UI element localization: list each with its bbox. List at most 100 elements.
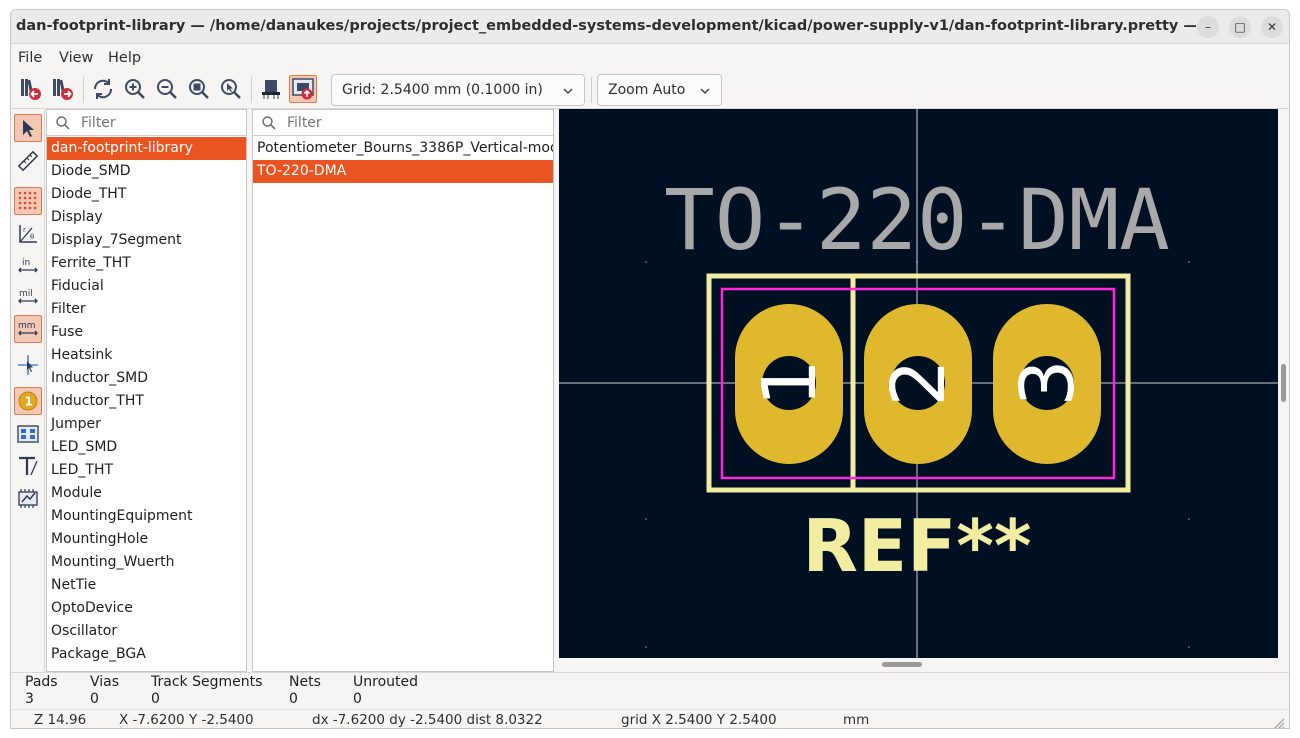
library-list-item[interactable]: dan-footprint-library	[47, 137, 246, 160]
menu-bar: File View Help	[11, 45, 1289, 71]
library-list-item[interactable]: Mounting_Wuerth	[47, 551, 246, 574]
pad-number: 1	[747, 359, 833, 406]
library-list-item[interactable]: Module	[47, 482, 246, 505]
svg-text:θ: θ	[30, 233, 34, 241]
pad-3[interactable]: 3	[993, 304, 1101, 464]
millimeters-units-icon: mm	[18, 321, 38, 336]
footprint-list-panel: Potentiometer_Bourns_3386P_Vertical-modT…	[252, 109, 554, 672]
grid-select[interactable]: Grid: 2.5400 mm (0.1000 in)	[331, 74, 585, 106]
polar-coordinates-button[interactable]: rθ	[14, 220, 42, 248]
footprint-list-item[interactable]: TO-220-DMA	[253, 160, 553, 183]
inches-units-icon: in	[18, 258, 38, 273]
close-button[interactable]: ✕	[1261, 16, 1283, 38]
vertical-scroll-thumb[interactable]	[1281, 364, 1286, 402]
chevron-down-icon	[563, 88, 573, 95]
previous-library-button[interactable]	[17, 75, 45, 103]
library-filter-input[interactable]	[81, 113, 231, 133]
zoom-in-button[interactable]	[121, 75, 149, 103]
select-tool-button[interactable]	[14, 114, 42, 142]
stat-value: 0	[353, 691, 362, 707]
zoom-out-button[interactable]	[153, 75, 181, 103]
library-list-item[interactable]: LED_SMD	[47, 436, 246, 459]
menu-help[interactable]: Help	[108, 50, 141, 66]
show-grid-button[interactable]	[14, 187, 42, 215]
library-next-icon	[53, 79, 73, 100]
footprint-library-browser-window: dan-footprint-library — /home/danaukes/p…	[10, 9, 1290, 729]
graphic-outline-mode-button[interactable]	[14, 452, 42, 480]
zoom-fit-button[interactable]	[185, 75, 213, 103]
zoom-in-icon	[125, 79, 145, 99]
zoom-selection-button[interactable]	[217, 75, 245, 103]
status-units: mm	[843, 712, 870, 728]
pad-1[interactable]: 1	[735, 304, 843, 464]
library-list-item[interactable]: Jumper	[47, 413, 246, 436]
footprint-list-item[interactable]: Potentiometer_Bourns_3386P_Vertical-mod	[253, 137, 553, 160]
graphic-sketch-mode-icon	[19, 456, 38, 476]
next-library-button[interactable]	[49, 75, 77, 103]
resize-grip-icon[interactable]	[1269, 714, 1285, 729]
library-list-item[interactable]: Fuse	[47, 321, 246, 344]
pad-sketch-mode-icon	[17, 425, 39, 443]
footprint-filter	[253, 110, 553, 136]
library-list-item[interactable]: Diode_SMD	[47, 160, 246, 183]
library-list-item[interactable]: Fiducial	[47, 275, 246, 298]
canvas-vertical-scrollbar[interactable]	[1278, 109, 1289, 658]
menu-view[interactable]: View	[59, 50, 93, 66]
search-icon	[262, 116, 276, 130]
units-inches-button[interactable]: in	[14, 252, 42, 280]
library-list-item[interactable]: Display	[47, 206, 246, 229]
footprint-value-text[interactable]: TO-220-DMA	[664, 171, 1170, 269]
add-footprint-to-board-icon	[292, 78, 314, 100]
polar-coordinates-icon: rθ	[19, 225, 37, 243]
minimize-button[interactable]: –	[1197, 16, 1219, 38]
units-millimeters-button[interactable]: mm	[14, 315, 42, 343]
footprint-filter-input[interactable]	[287, 113, 437, 133]
library-list-item[interactable]: Display_7Segment	[47, 229, 246, 252]
library-list-item[interactable]: Filter	[47, 298, 246, 321]
measure-tool-button[interactable]	[14, 147, 42, 175]
stat-value: 3	[25, 691, 34, 707]
chevron-down-icon	[700, 88, 710, 95]
footprint-reference-text[interactable]: REF**	[802, 504, 1031, 588]
show-pad-numbers-button[interactable]: 1	[14, 387, 42, 415]
footprint-canvas[interactable]: TO-220-DMA 1 2 3 REF**	[559, 109, 1278, 658]
zoom-fit-icon	[189, 79, 209, 99]
stat-value: 0	[90, 691, 99, 707]
library-list-item[interactable]: MountingEquipment	[47, 505, 246, 528]
library-list-item[interactable]: Diode_THT	[47, 183, 246, 206]
title-bar: dan-footprint-library — /home/danaukes/p…	[11, 10, 1289, 44]
stat-nets: Nets 0	[289, 674, 321, 708]
horizontal-scroll-thumb[interactable]	[882, 662, 922, 667]
refresh-button[interactable]	[89, 75, 117, 103]
pad-outline-mode-button[interactable]	[14, 420, 42, 448]
library-list-item[interactable]: Inductor_SMD	[47, 367, 246, 390]
pad-number: 3	[1005, 359, 1091, 406]
insert-footprint-button[interactable]	[289, 75, 317, 103]
menu-file[interactable]: File	[18, 50, 42, 66]
library-list-item[interactable]: MountingHole	[47, 528, 246, 551]
maximize-button[interactable]: □	[1229, 16, 1251, 38]
library-list-item[interactable]: Heatsink	[47, 344, 246, 367]
view-3d-button[interactable]	[257, 75, 285, 103]
zoom-select-value: Zoom Auto	[608, 82, 686, 98]
refresh-icon	[93, 79, 113, 99]
maximize-icon: □	[1234, 20, 1246, 34]
library-list-item[interactable]: OptoDevice	[47, 597, 246, 620]
library-list-item[interactable]: Package_BGA	[47, 643, 246, 666]
units-mils-button[interactable]: mil	[14, 283, 42, 311]
library-list-item[interactable]: Ferrite_THT	[47, 252, 246, 275]
left-toolbar: rθ in mil mm 1	[11, 110, 45, 672]
library-list-item[interactable]: Oscillator	[47, 620, 246, 643]
zoom-to-objects-icon	[221, 79, 241, 99]
library-list-item[interactable]: LED_THT	[47, 459, 246, 482]
zoom-select[interactable]: Zoom Auto	[597, 74, 722, 106]
footprint-list: Potentiometer_Bourns_3386P_Vertical-mod T…	[253, 137, 553, 183]
text-outline-mode-button[interactable]	[14, 484, 42, 512]
full-crosshair-button[interactable]	[14, 351, 42, 379]
library-list-item[interactable]: NetTie	[47, 574, 246, 597]
library-list-item[interactable]: Inductor_THT	[47, 390, 246, 413]
canvas-horizontal-scrollbar[interactable]	[559, 658, 1278, 671]
pad-2[interactable]: 2	[864, 304, 972, 464]
3d-viewer-icon	[262, 80, 280, 99]
cursor-arrow-icon	[23, 120, 34, 137]
